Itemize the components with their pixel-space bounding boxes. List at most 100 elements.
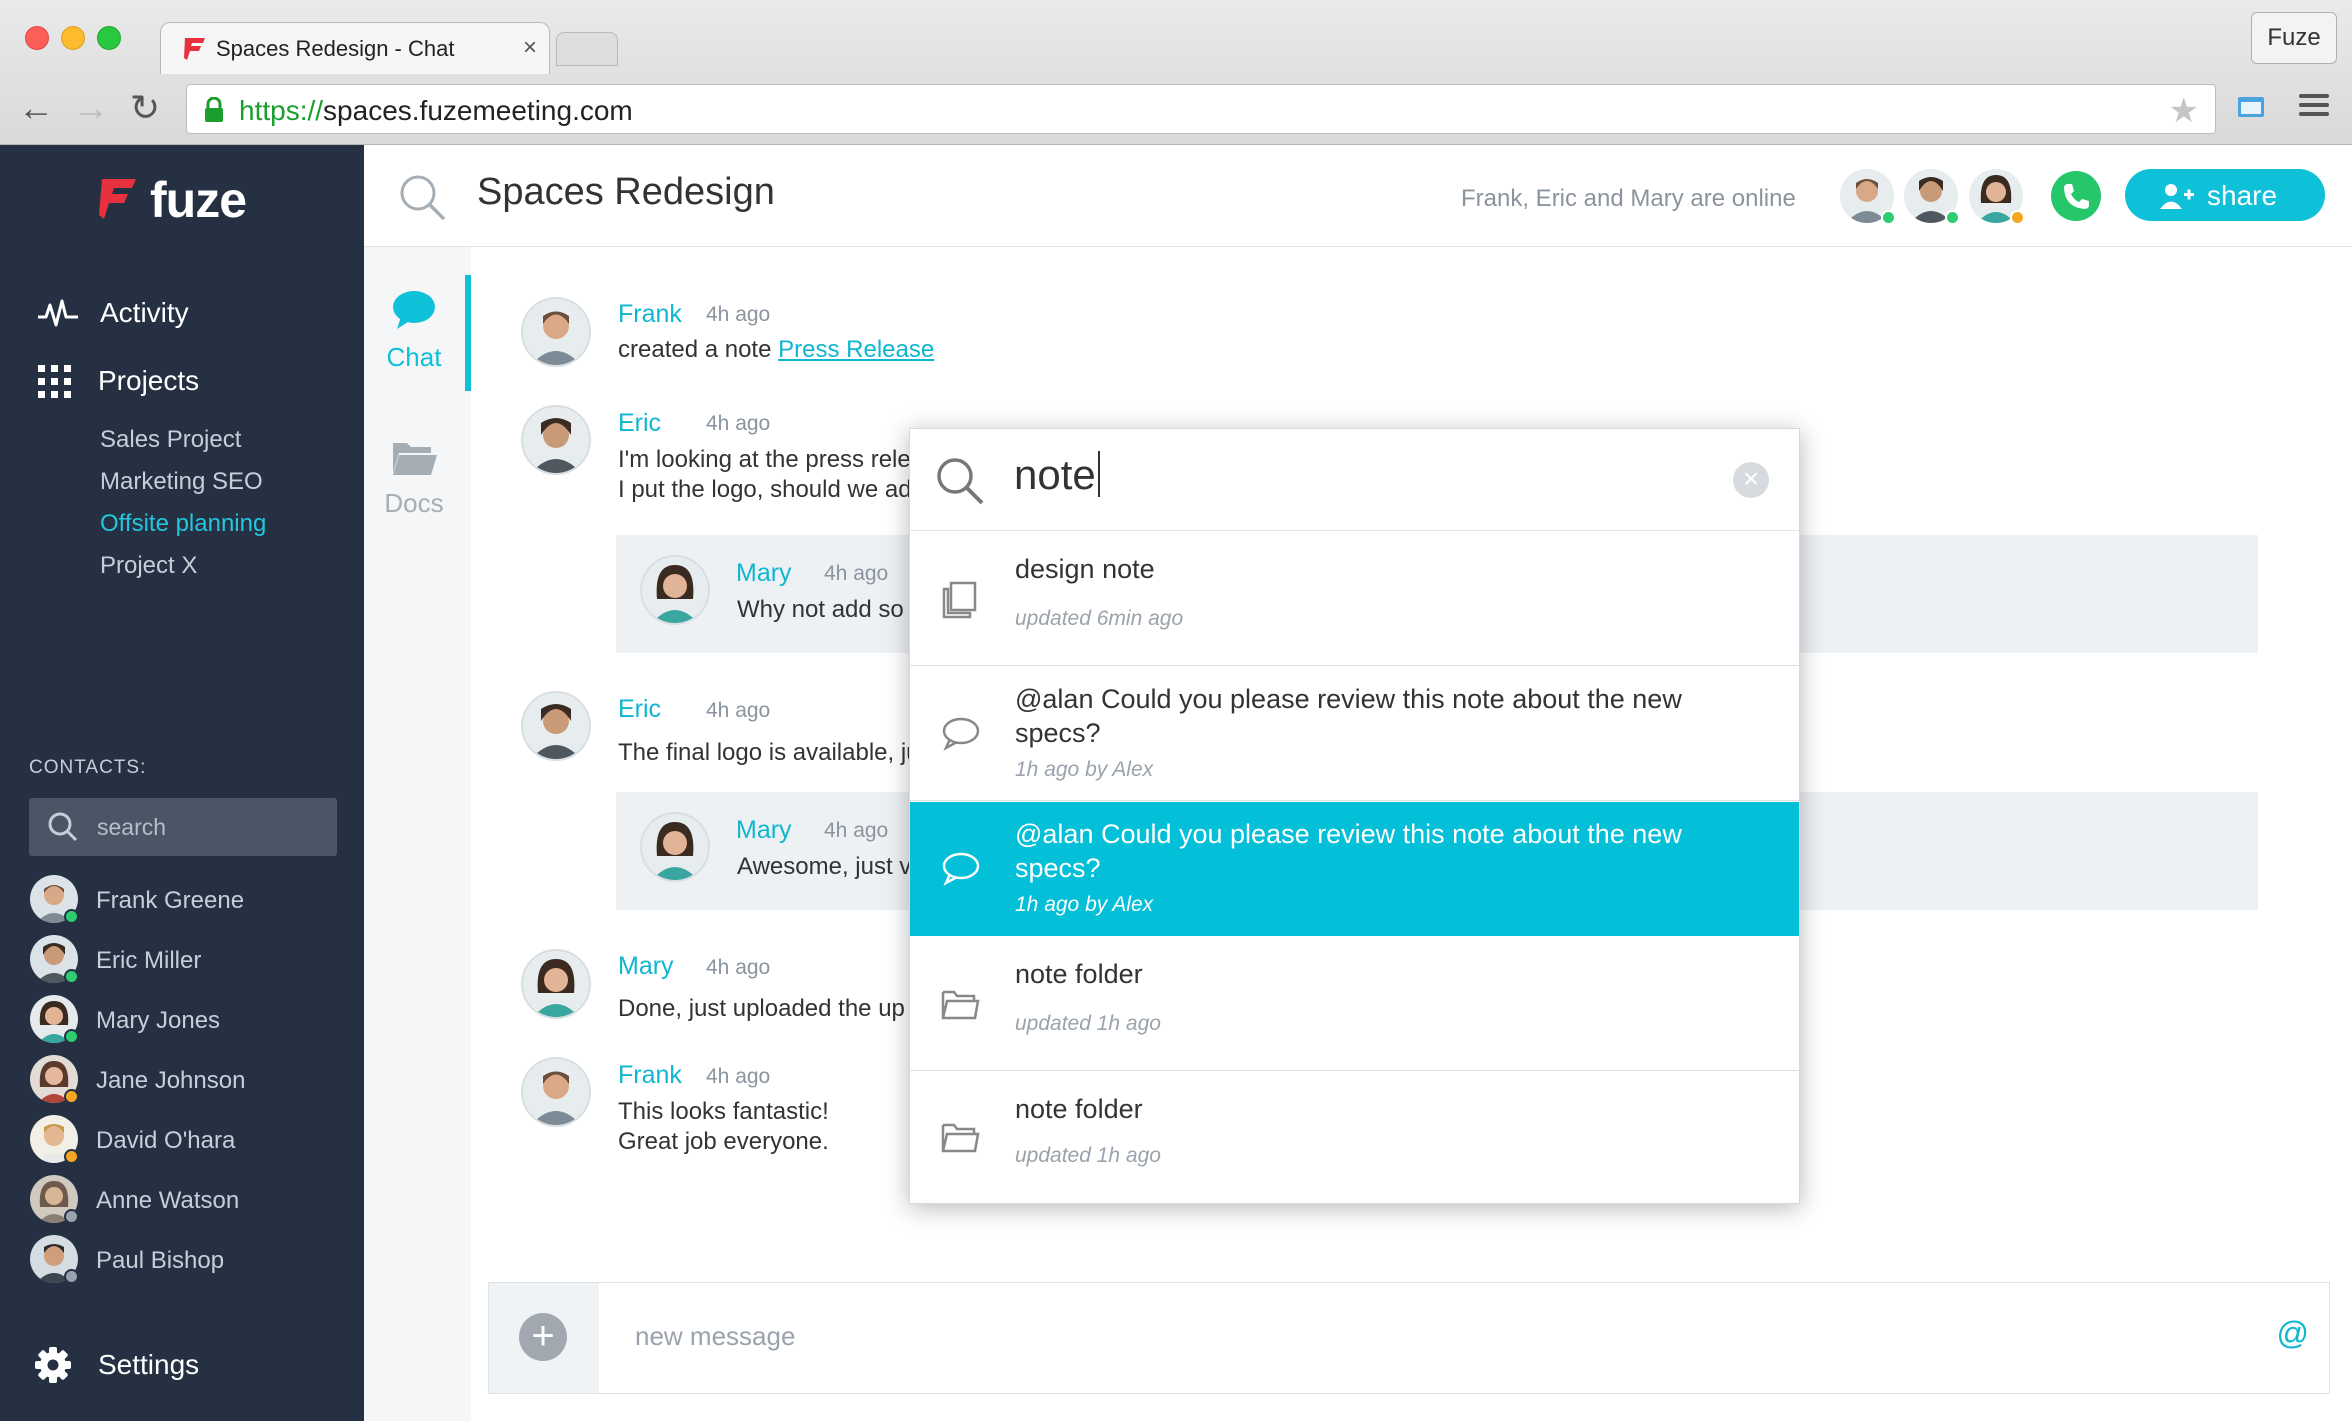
tab-docs[interactable]: Docs (364, 437, 464, 519)
message-time: 4h ago (706, 956, 771, 979)
result-title: design note (1015, 554, 1155, 584)
message-author[interactable]: Eric (618, 409, 661, 438)
tab-close-icon[interactable]: × (523, 34, 537, 62)
status-dot (64, 969, 79, 984)
chat-bubble-icon (942, 852, 980, 886)
grid-icon (38, 365, 71, 398)
back-arrow-icon[interactable]: ← (18, 88, 54, 128)
message-time: 4h ago (824, 562, 889, 585)
message-author[interactable]: Mary (736, 816, 792, 845)
share-button[interactable]: share (2125, 169, 2325, 221)
message-text: The final logo is available, ju (618, 739, 920, 766)
message-time: 4h ago (706, 1065, 771, 1088)
avatar[interactable] (640, 812, 710, 882)
add-user-icon (2160, 184, 2194, 209)
message-text: Done, just uploaded the up (618, 995, 905, 1022)
tab-title: Spaces Redesign - Chat (216, 36, 455, 61)
status-dot (1945, 210, 1960, 225)
search-result[interactable]: note folder updated 1h ago (910, 1072, 1799, 1202)
contacts-search-input[interactable]: search (29, 798, 337, 856)
add-attachment-button[interactable]: + (519, 1313, 567, 1361)
avatar[interactable] (521, 949, 591, 1019)
tab-chat[interactable]: Chat (364, 289, 464, 373)
folder-icon (941, 990, 980, 1019)
nav-activity[interactable]: Activity (36, 293, 189, 333)
sidebar: fuze Activity Projects Sales Project Mar… (0, 145, 364, 1421)
url-text: https://spaces.fuzemeeting.com (239, 95, 633, 126)
message-author[interactable]: Mary (736, 559, 792, 588)
browser-chrome: Spaces Redesign - Chat × Fuze ← → ↻ http… (0, 0, 2352, 145)
message-author[interactable]: Mary (618, 952, 674, 981)
gear-icon (35, 1347, 71, 1383)
result-title: note folder (1015, 959, 1143, 989)
search-result[interactable]: note folder updated 1h ago (910, 937, 1799, 1071)
call-button[interactable] (2051, 171, 2101, 221)
result-title: @alan Could you please review this note … (1015, 684, 1682, 748)
message-author[interactable]: Frank (618, 1061, 682, 1090)
online-status-text: Frank, Eric and Mary are online (1461, 185, 1796, 212)
minimize-window-button[interactable] (61, 26, 85, 50)
nav-projects[interactable]: Projects (36, 361, 199, 401)
clear-search-button[interactable]: × (1733, 462, 1769, 498)
result-title: note folder (1015, 1094, 1143, 1124)
search-popup-input[interactable]: note × (910, 429, 1799, 531)
folder-icon (941, 1123, 980, 1153)
avatar[interactable] (521, 405, 591, 475)
phone-icon (2064, 184, 2089, 209)
fuze-logo-icon (99, 179, 136, 219)
search-popup: note × design note updated 6min ago @ala… (909, 428, 1800, 1204)
search-icon (937, 458, 984, 505)
close-window-button[interactable] (25, 26, 49, 50)
address-bar[interactable]: https://spaces.fuzemeeting.com ★ (186, 84, 2216, 134)
search-result[interactable]: @alan Could you please review this note … (910, 667, 1799, 801)
press-release-link[interactable]: Press Release (778, 336, 934, 363)
attach-area: + (489, 1283, 599, 1393)
new-message-input[interactable]: new message (635, 1321, 795, 1352)
chat-bubble-icon (942, 717, 980, 751)
folder-icon (393, 443, 437, 475)
space-header: Spaces Redesign Frank, Eric and Mary are… (364, 145, 2352, 247)
message-text: This looks fantastic! (618, 1098, 829, 1125)
search-result[interactable]: design note updated 6min ago (910, 532, 1799, 666)
new-tab-button[interactable] (556, 32, 618, 66)
project-x[interactable]: Project X (100, 552, 197, 580)
avatar[interactable] (640, 555, 710, 625)
result-meta: 1h ago by Alex (1015, 758, 1154, 781)
message-time: 4h ago (824, 819, 889, 842)
mention-button[interactable]: @ (2277, 1315, 2309, 1352)
message-author[interactable]: Frank (618, 300, 682, 329)
brand-logo[interactable]: fuze (98, 172, 247, 231)
result-meta: updated 1h ago (1015, 1144, 1161, 1167)
browser-tab[interactable]: Spaces Redesign - Chat × (160, 22, 550, 74)
search-icon[interactable] (398, 173, 448, 223)
status-dot (2010, 210, 2025, 225)
search-result-selected[interactable]: @alan Could you please review this note … (910, 802, 1799, 936)
reload-icon[interactable]: ↻ (130, 88, 160, 128)
message-text: created a note Press Release (618, 336, 935, 363)
extension-icon[interactable] (2236, 93, 2266, 121)
browser-menu-icon[interactable] (2299, 94, 2329, 120)
settings-button[interactable]: Settings (34, 1346, 199, 1384)
avatar[interactable] (521, 691, 591, 761)
contacts-heading: CONTACTS: (29, 757, 147, 778)
status-dot (64, 1149, 79, 1164)
project-marketing-seo[interactable]: Marketing SEO (100, 468, 263, 496)
message-composer: + new message @ (488, 1282, 2330, 1394)
search-icon (48, 812, 78, 842)
result-meta: updated 1h ago (1015, 1012, 1161, 1035)
project-offsite-planning[interactable]: Offsite planning (100, 510, 266, 538)
forward-arrow-icon[interactable]: → (73, 88, 109, 128)
message-author[interactable]: Eric (618, 695, 661, 724)
lock-icon (205, 97, 223, 122)
fuze-logo-icon (184, 38, 205, 60)
message-text: I'm looking at the press rele (618, 446, 911, 473)
activity-icon (38, 299, 78, 327)
profile-button[interactable]: Fuze (2251, 12, 2337, 64)
avatar[interactable] (521, 297, 591, 367)
message-text: Awesome, just v (737, 853, 912, 880)
maximize-window-button[interactable] (97, 26, 121, 50)
project-sales[interactable]: Sales Project (100, 426, 241, 454)
avatar[interactable] (521, 1057, 591, 1127)
bookmark-star-icon[interactable]: ★ (2169, 91, 2199, 131)
message-text: I put the logo, should we ad (618, 476, 912, 503)
